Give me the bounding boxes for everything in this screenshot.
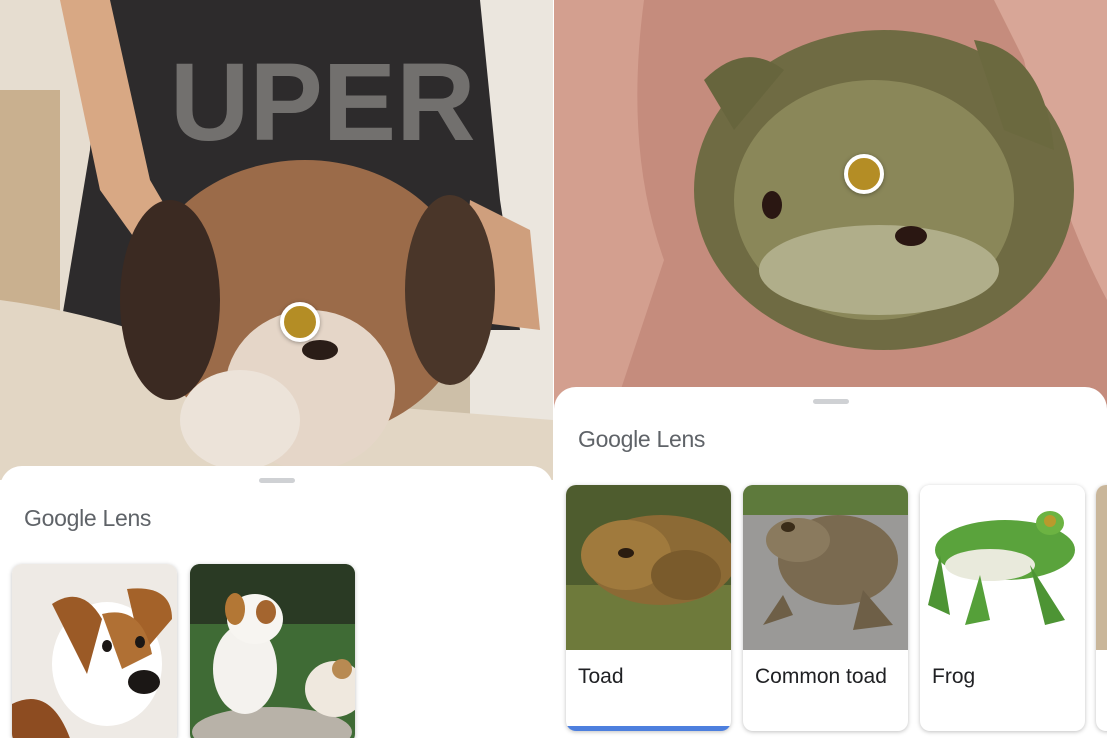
puppy-photo[interactable]: UPER (0, 0, 553, 480)
drag-handle[interactable] (258, 478, 295, 483)
result-label: Frog (932, 665, 976, 688)
result-card-partial[interactable] (1096, 485, 1107, 731)
google-lens-logo: Google Lens (24, 505, 152, 531)
result-label: Common toad (755, 665, 887, 688)
result-card[interactable] (12, 564, 177, 738)
drag-handle[interactable] (812, 399, 849, 404)
selected-indicator (566, 726, 731, 731)
results-sheet: Google Lens (0, 466, 553, 738)
toad-photo[interactable] (554, 0, 1107, 410)
left-screen: UPER Google Lens (0, 0, 553, 738)
result-card-frog[interactable]: Frog (920, 485, 1085, 731)
puppy-on-grass-image (190, 564, 355, 738)
focus-dot-icon[interactable] (844, 154, 884, 194)
result-card[interactable] (190, 564, 355, 738)
toad-image (566, 485, 731, 650)
result-card-common-toad[interactable]: Common toad (743, 485, 908, 731)
focus-dot-icon[interactable] (280, 302, 320, 342)
result-label: Toad (578, 665, 624, 688)
jack-russell-puppy-image (12, 564, 177, 738)
result-card-toad[interactable]: Toad (566, 485, 731, 731)
green-frog-image (920, 485, 1085, 650)
google-lens-logo: Google Lens (578, 426, 706, 452)
common-toad-image (743, 485, 908, 650)
partial-result-image (1096, 485, 1107, 650)
results-sheet: Google Lens Toad Common toad Frog (554, 387, 1107, 738)
right-screen: Google Lens Toad Common toad Frog (554, 0, 1107, 738)
svg-text:UPER: UPER (170, 41, 476, 164)
